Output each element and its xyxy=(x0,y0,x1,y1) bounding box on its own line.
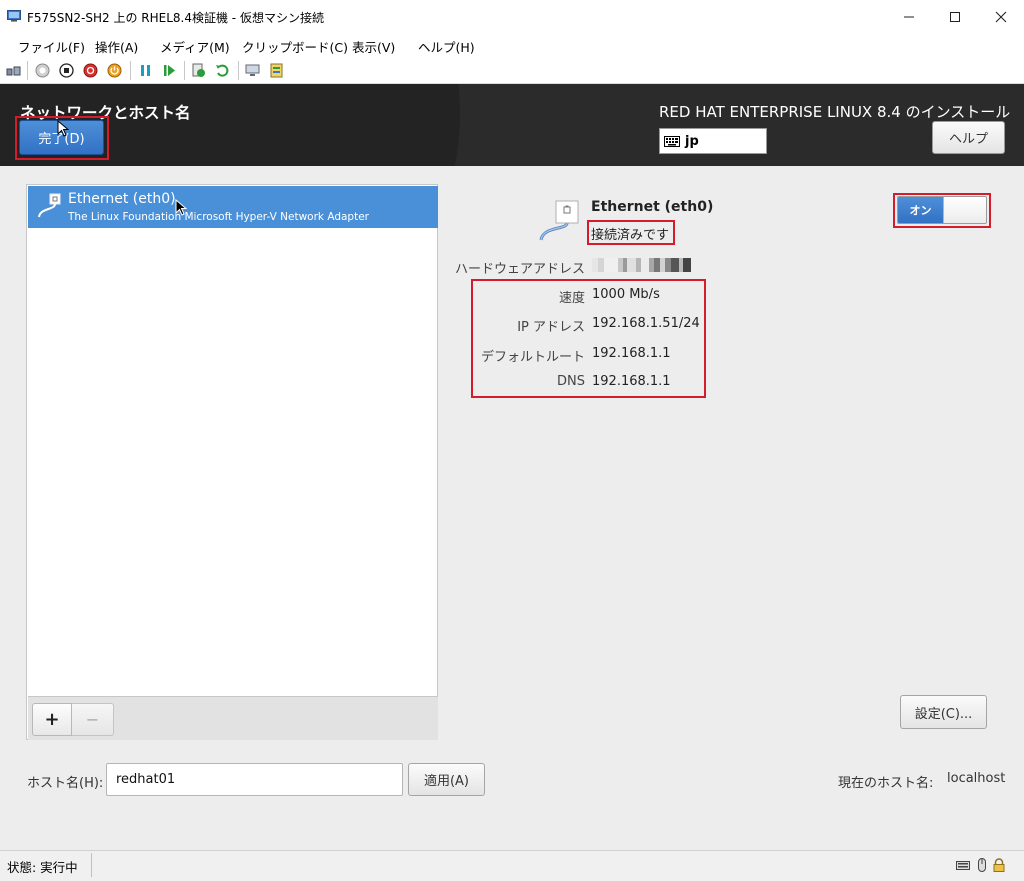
share-icon[interactable] xyxy=(269,63,284,78)
toolbar-separator xyxy=(238,61,239,80)
menu-bar: ファイル(F) 操作(A) メディア(M) クリップボード(C) 表示(V) ヘ… xyxy=(0,33,1024,57)
mouse-status-icon xyxy=(978,858,986,872)
pause-icon[interactable] xyxy=(138,63,153,78)
vm-connect-icon xyxy=(7,10,21,22)
minimize-icon xyxy=(904,16,914,17)
apply-hostname-button[interactable]: 適用(A) xyxy=(408,763,485,796)
menu-action[interactable]: 操作(A) xyxy=(95,37,138,56)
menu-help[interactable]: ヘルプ(H) xyxy=(418,37,475,56)
menu-view[interactable]: 表示(V) xyxy=(352,37,395,56)
toolbar-separator xyxy=(130,61,131,80)
hostname-label: ホスト名(H): xyxy=(27,776,104,791)
ip-address-label: IP アドレス xyxy=(517,320,585,335)
device-list-toolbar: + − xyxy=(28,696,438,740)
anaconda-header: ネットワークとホスト名 RED HAT ENTERPRISE LINUX 8.4… xyxy=(0,84,1024,166)
hardware-address-label: ハードウェアアドレス xyxy=(454,262,585,277)
connection-toggle[interactable]: オン xyxy=(897,196,987,224)
close-button[interactable] xyxy=(978,0,1024,33)
toggle-knob xyxy=(943,197,986,223)
toggle-on-label: オン xyxy=(898,197,943,223)
keyboard-layout-indicator[interactable]: jp xyxy=(659,128,767,154)
default-route-label: デフォルトルート xyxy=(480,350,585,365)
device-row-eth0[interactable]: Ethernet (eth0) The Linux Foundation Mic… xyxy=(28,186,438,228)
enhanced-session-icon[interactable] xyxy=(245,63,260,78)
speed-label: 速度 xyxy=(558,291,585,306)
dns-label: DNS xyxy=(557,374,585,389)
ethernet-icon xyxy=(38,193,61,218)
status-bar: 状態: 実行中 xyxy=(0,850,1024,881)
network-device-list: Ethernet (eth0) The Linux Foundation Mic… xyxy=(26,184,438,740)
device-name: Ethernet (eth0) xyxy=(68,191,176,207)
add-device-button[interactable]: + xyxy=(32,703,72,736)
highlight-network-info xyxy=(471,279,706,398)
toolbar-separator xyxy=(184,61,185,80)
title-bar: F575SN2-SH2 上の RHEL8.4検証機 - 仮想マシン接続 xyxy=(0,0,1024,33)
close-icon xyxy=(995,11,1007,22)
window-title: F575SN2-SH2 上の RHEL8.4検証機 - 仮想マシン接続 xyxy=(27,11,324,25)
speed-value: 1000 Mb/s xyxy=(592,287,660,302)
maximize-icon xyxy=(950,11,960,22)
shutdown-icon[interactable] xyxy=(83,63,98,78)
resume-icon[interactable] xyxy=(162,63,177,78)
vm-connection-window: F575SN2-SH2 上の RHEL8.4検証機 - 仮想マシン接続 ファイル… xyxy=(0,0,1024,881)
menu-file[interactable]: ファイル(F) xyxy=(18,37,85,56)
keyboard-status-icon xyxy=(956,861,970,870)
current-hostname-label: 現在のホスト名: xyxy=(838,776,934,791)
help-button[interactable]: ヘルプ xyxy=(932,121,1005,154)
ctrl-alt-del-icon[interactable] xyxy=(6,63,21,78)
vm-state-text: 状態: 実行中 xyxy=(7,860,78,875)
detail-device-name: Ethernet (eth0) xyxy=(591,199,714,215)
configure-button[interactable]: 設定(C)... xyxy=(900,695,987,729)
mouse-cursor-icon xyxy=(57,120,69,137)
start-icon[interactable] xyxy=(35,63,50,78)
turn-off-icon[interactable] xyxy=(59,63,74,78)
revert-icon[interactable] xyxy=(215,63,230,78)
connection-status: 接続済みです xyxy=(591,228,670,243)
hostname-input[interactable] xyxy=(106,763,403,796)
install-title: RED HAT ENTERPRISE LINUX 8.4 のインストール xyxy=(659,103,1011,121)
toolbar xyxy=(0,57,1024,84)
current-hostname-value: localhost xyxy=(947,771,1006,786)
hardware-address-redacted xyxy=(592,258,706,272)
default-route-value: 192.168.1.1 xyxy=(592,346,671,361)
keyboard-icon xyxy=(664,135,680,147)
toolbar-separator xyxy=(27,61,28,80)
lock-icon xyxy=(993,858,1005,872)
maximize-button[interactable] xyxy=(932,0,978,33)
status-separator xyxy=(91,853,92,877)
device-description: The Linux Foundation Microsoft Hyper-V N… xyxy=(68,211,369,223)
menu-clipboard[interactable]: クリップボード(C) xyxy=(242,37,348,56)
checkpoint-icon[interactable] xyxy=(191,63,206,78)
power-icon[interactable] xyxy=(107,63,122,78)
remove-device-button[interactable]: − xyxy=(72,703,114,736)
dns-value: 192.168.1.1 xyxy=(592,374,671,389)
menu-media[interactable]: メディア(M) xyxy=(160,37,230,56)
keyboard-layout-text: jp xyxy=(685,133,699,149)
minimize-button[interactable] xyxy=(886,0,932,33)
mouse-cursor-icon xyxy=(175,199,187,216)
ip-address-value: 192.168.1.51/24 xyxy=(592,316,700,331)
ethernet-connection-icon xyxy=(539,200,579,241)
